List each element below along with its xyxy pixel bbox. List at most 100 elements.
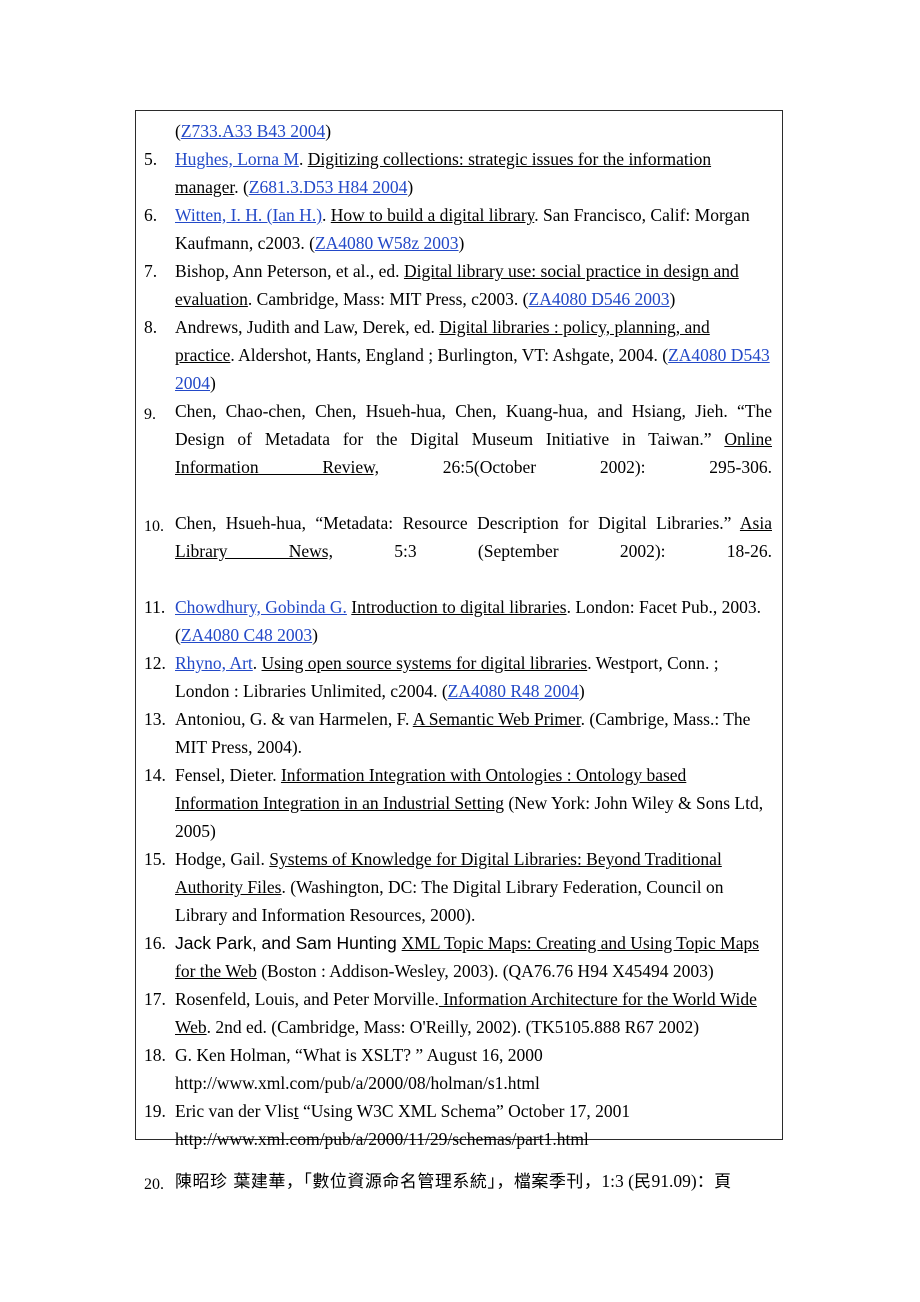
reference-text: Chowdhury, Gobinda G. Introduction to di… — [175, 593, 772, 649]
reference-item: 9. Chen, Chao-chen, Chen, Hsueh-hua, Chen… — [144, 397, 772, 509]
page-content: (Z733.A33 B43 2004) 5. Hughes, Lorna M. D… — [136, 111, 782, 1202]
plain-text: ) — [312, 625, 318, 645]
reference-text: Hughes, Lorna M. Digitizing collections:… — [175, 145, 772, 201]
reference-text: Rosenfeld, Louis, and Peter Morville. In… — [175, 985, 772, 1041]
reference-text: Antoniou, G. & van Harmelen, F. A Semant… — [175, 705, 772, 761]
reference-item: 18. G. Ken Holman, “What is XSLT? ” Augus… — [144, 1041, 772, 1097]
reference-number: 13. — [144, 709, 166, 729]
call-number-link[interactable]: Z733.A33 B43 2004 — [181, 121, 325, 141]
title-underlined: Introduction to digital libraries — [351, 597, 567, 617]
reference-item: 10. Chen, Hsueh-hua, “Metadata: Resource … — [144, 509, 772, 593]
call-number-link[interactable]: Rhyno, Art — [175, 653, 253, 673]
plain-text: ) — [407, 177, 414, 197]
call-number-link[interactable]: ZA4080 W58z 2003 — [315, 233, 459, 253]
author-sans: Jack Park, and Sam Hunting — [175, 933, 402, 953]
reference-number: 19. — [144, 1101, 166, 1121]
reference-number: 14. — [144, 765, 166, 785]
reference-number: 5. — [144, 149, 158, 169]
title-underlined: A Semantic Web Primer — [412, 709, 581, 729]
reference-item: 14. Fensel, Dieter. Information Integrati… — [144, 761, 772, 845]
plain-text: 91.09) — [651, 1171, 697, 1191]
plain-text: . — [298, 149, 308, 169]
call-number-link[interactable]: Hughes, Lorna M — [175, 149, 299, 169]
reference-item: 16. Jack Park, and Sam Hunting XML Topic … — [144, 929, 772, 985]
plain-text: ) — [210, 373, 216, 393]
plain-text: . ( — [234, 177, 249, 197]
plain-text: http://www.xml.com/pub/a/2000/11/29/sche… — [175, 1129, 589, 1149]
reference-text: Bishop, Ann Peterson, et al., ed. Digita… — [175, 257, 772, 313]
plain-text: 26:5(October 2002): 295-306. — [379, 457, 772, 477]
plain-text: Bishop, Ann Peterson, et al., ed. — [175, 261, 404, 281]
reference-item: 17. Rosenfeld, Louis, and Peter Morville.… — [144, 985, 772, 1041]
plain-text: . 2nd ed. (Cambridge, Mass: O'Reilly, 20… — [206, 1017, 700, 1037]
plain-text: Andrews, Judith and Law, Derek, ed. — [175, 317, 440, 337]
plain-text: 5:3 (September 2002): 18-26. — [332, 541, 773, 561]
reference-number: 16. — [144, 933, 166, 953]
reference-text: Rhyno, Art. Using open source systems fo… — [175, 649, 772, 705]
reference-text: Chen, Chao-chen, Chen, Hsueh-hua, Chen, … — [175, 397, 772, 509]
reference-text: Jack Park, and Sam Hunting XML Topic Map… — [175, 929, 772, 985]
reference-text: G. Ken Holman, “What is XSLT? ” August 1… — [175, 1041, 772, 1097]
plain-text: ) — [578, 681, 585, 701]
reference-item: 12. Rhyno, Art. Using open source systems… — [144, 649, 772, 705]
plain-text: Hodge, Gail. — [175, 849, 270, 869]
plain-text: http://www.xml.com/pub/a/2000/08/holman/… — [175, 1073, 540, 1093]
reference-item: 5. Hughes, Lorna M. Digitizing collection… — [144, 145, 772, 201]
continuation-line: (Z733.A33 B43 2004) — [144, 117, 772, 145]
call-number-link[interactable]: Witten, I. H. (Ian H.) — [175, 205, 322, 225]
call-number-link[interactable]: ZA4080 C48 2003 — [181, 625, 312, 645]
plain-text: ) — [669, 289, 676, 309]
reference-list: 5. Hughes, Lorna M. Digitizing collection… — [144, 145, 772, 1196]
reference-item: 20. 陳昭珍 葉建華，「數位資源命名管理系統」，檔案季刊，1:3 (民91.09… — [144, 1153, 772, 1196]
plain-text: Chen, Chao-chen, Chen, Hsueh-hua, Chen, … — [175, 401, 772, 449]
plain-text: ) — [458, 233, 465, 253]
plain-text: . — [252, 653, 262, 673]
reference-item: 13. Antoniou, G. & van Harmelen, F. A Sem… — [144, 705, 772, 761]
reference-text: Chen, Hsueh-hua, “Metadata: Resource Des… — [175, 509, 772, 593]
reference-number: 17. — [144, 989, 166, 1009]
reference-number: 9. — [144, 406, 156, 423]
document-page-frame: (Z733.A33 B43 2004) 5. Hughes, Lorna M. D… — [135, 110, 783, 1193]
reference-item: 8. Andrews, Judith and Law, Derek, ed. Di… — [144, 313, 772, 397]
plain-text: Antoniou, G. & van Harmelen, F. — [175, 709, 413, 729]
plain-text: Chen, Hsueh-hua, “Metadata: Resource Des… — [175, 513, 740, 533]
reference-number: 8. — [144, 317, 158, 337]
reference-number: 15. — [144, 849, 166, 869]
plain-text: 1:3 ( — [601, 1171, 634, 1191]
reference-item: 15. Hodge, Gail. Systems of Knowledge for… — [144, 845, 772, 929]
reference-text: Witten, I. H. (Ian H.). How to build a d… — [175, 201, 772, 257]
cjk-text: 民 — [633, 1172, 652, 1192]
reference-number: 12. — [144, 653, 166, 673]
call-number-link[interactable]: Z681.3.D53 H84 2004 — [249, 177, 407, 197]
reference-text: Hodge, Gail. Systems of Knowledge for Di… — [175, 845, 772, 929]
close-paren: ) — [325, 121, 332, 141]
reference-number: 20. — [144, 1176, 164, 1193]
plain-text: Fensel, Dieter. — [175, 765, 281, 785]
plain-text: Eric van der Vlis — [175, 1101, 294, 1121]
plain-text: (Boston : Addison-Wesley, 2003). (QA76.7… — [256, 961, 714, 981]
plain-text: . Aldershot, Hants, England ; Burlington… — [230, 345, 669, 365]
reference-item: 6. Witten, I. H. (Ian H.). How to build a… — [144, 201, 772, 257]
cjk-text: 陳昭珍 葉建華，「數位資源命名管理系統」，檔案季刊， — [175, 1172, 602, 1192]
call-number-link[interactable]: ZA4080 R48 2004 — [448, 681, 579, 701]
reference-text: 陳昭珍 葉建華，「數位資源命名管理系統」，檔案季刊，1:3 (民91.09)：頁 — [175, 1167, 772, 1196]
title-underlined: How to build a digital library — [330, 205, 535, 225]
title-underlined: Using open source systems for digital li… — [261, 653, 588, 673]
reference-number: 10. — [144, 518, 164, 535]
plain-text: Rosenfeld, Louis, and Peter Morville. — [175, 989, 439, 1009]
reference-text: Eric van der Vlist “Using W3C XML Schema… — [175, 1097, 772, 1153]
plain-text: “Using W3C XML Schema” October 17, 2001 — [298, 1101, 631, 1121]
reference-item: 7. Bishop, Ann Peterson, et al., ed. Digi… — [144, 257, 772, 313]
reference-number: 7. — [144, 261, 158, 281]
reference-item: 11. Chowdhury, Gobinda G. Introduction to… — [144, 593, 772, 649]
reference-number: 6. — [144, 205, 158, 225]
plain-text: . Cambridge, Mass: MIT Press, c2003. ( — [247, 289, 529, 309]
reference-item: 19. Eric van der Vlist “Using W3C XML Sch… — [144, 1097, 772, 1153]
reference-text: Fensel, Dieter. Information Integration … — [175, 761, 772, 845]
plain-text: G. Ken Holman, “What is XSLT? ” August 1… — [175, 1045, 543, 1065]
reference-text: Andrews, Judith and Law, Derek, ed. Digi… — [175, 313, 772, 397]
call-number-link[interactable]: Chowdhury, Gobinda G. — [175, 597, 347, 617]
reference-number: 11. — [144, 597, 166, 617]
call-number-link[interactable]: ZA4080 D546 2003 — [529, 289, 670, 309]
plain-text: . — [322, 205, 331, 225]
